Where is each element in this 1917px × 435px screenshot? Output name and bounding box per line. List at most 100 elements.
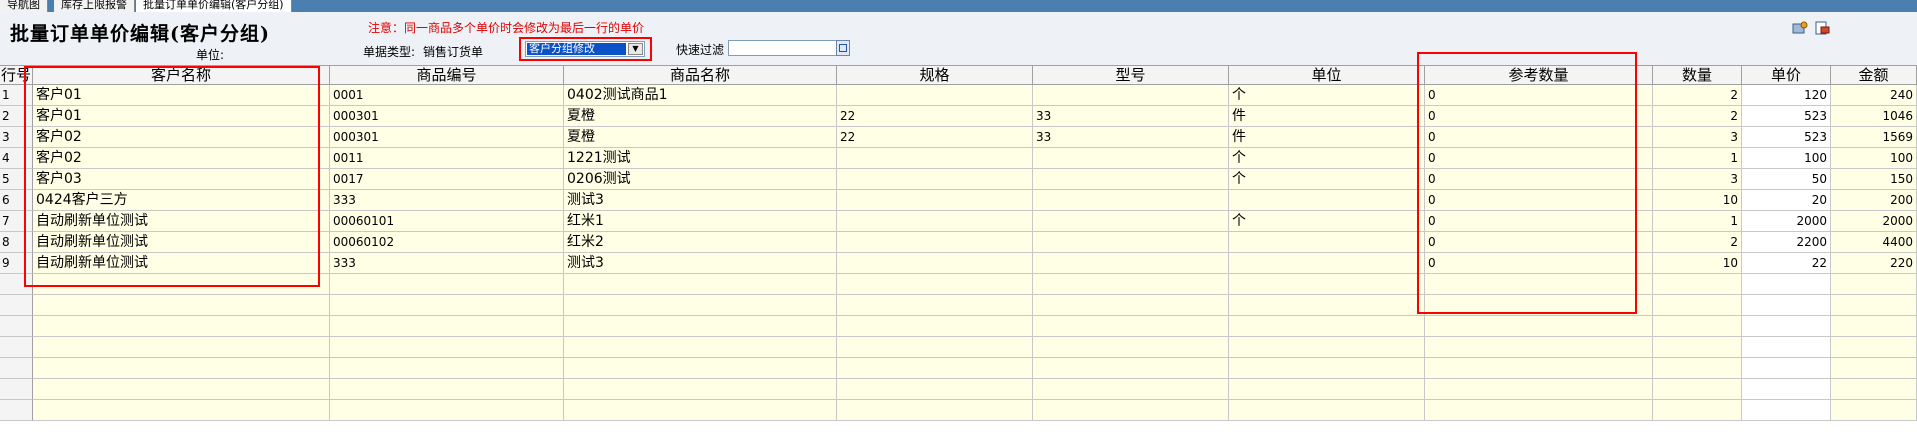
price-cell[interactable] — [1742, 274, 1831, 295]
empty-row[interactable] — [0, 379, 1917, 400]
col-header-amount[interactable]: 金额 — [1831, 66, 1917, 85]
table-row[interactable]: 4 客户02 0011 1221测试个 0 1 100 100 — [0, 148, 1917, 169]
model-cell — [1033, 358, 1229, 379]
spec-cell — [837, 169, 1033, 190]
ref-qty-cell: 0 — [1425, 232, 1653, 253]
price-cell[interactable]: 2200 — [1742, 232, 1831, 253]
qty-cell[interactable]: 1 — [1653, 211, 1742, 232]
tool-icon[interactable] — [1792, 20, 1808, 35]
empty-row[interactable] — [0, 274, 1917, 295]
ref-qty-cell: 0 — [1425, 190, 1653, 211]
empty-row[interactable] — [0, 337, 1917, 358]
table-row[interactable]: 9 自动刷新单位测试 333 测试3 0 10 22 220 — [0, 253, 1917, 274]
qty-cell[interactable] — [1653, 295, 1742, 316]
price-cell[interactable]: 120 — [1742, 85, 1831, 106]
product-code-cell: 000301 — [330, 127, 564, 148]
tab-navigation[interactable]: 导航图 — [0, 0, 48, 12]
empty-row[interactable] — [0, 295, 1917, 316]
mode-select[interactable]: 客户分组修改 ▼ — [525, 41, 645, 57]
table-row[interactable]: 8 自动刷新单位测试 00060102 红米2 0 2 2200 4400 — [0, 232, 1917, 253]
qty-cell[interactable]: 2 — [1653, 85, 1742, 106]
empty-row[interactable] — [0, 358, 1917, 379]
col-header-price[interactable]: 单价 — [1742, 66, 1831, 85]
row-number: 3 — [0, 127, 33, 148]
price-cell[interactable] — [1742, 379, 1831, 400]
model-cell — [1033, 253, 1229, 274]
price-cell[interactable]: 523 — [1742, 106, 1831, 127]
product-code-cell — [330, 295, 564, 316]
amount-cell — [1831, 274, 1917, 295]
price-cell[interactable]: 523 — [1742, 127, 1831, 148]
unit-cell — [1229, 232, 1425, 253]
col-header-product-name[interactable]: 商品名称 — [564, 66, 837, 85]
col-header-customer[interactable]: 客户名称 — [33, 66, 330, 85]
col-header-model[interactable]: 型号 — [1033, 66, 1229, 85]
product-code-cell — [330, 379, 564, 400]
tab-stock-alert[interactable]: 库存上限报警 — [54, 0, 135, 12]
qty-cell[interactable]: 2 — [1653, 106, 1742, 127]
price-cell[interactable]: 20 — [1742, 190, 1831, 211]
table-row[interactable]: 3 客户02 000301 夏橙 22 33 件 0 3 523 1569 — [0, 127, 1917, 148]
price-cell[interactable]: 2000 — [1742, 211, 1831, 232]
notice-text: 注意：同一商品多个单价时会修改为最后一行的单价 — [368, 21, 645, 35]
table-row[interactable]: 7 自动刷新单位测试 00060101 红米1 个 0 1 2000 2000 — [0, 211, 1917, 232]
qty-cell[interactable]: 10 — [1653, 253, 1742, 274]
amount-cell — [1831, 316, 1917, 337]
qty-cell[interactable] — [1653, 358, 1742, 379]
col-header-spec[interactable]: 规格 — [837, 66, 1033, 85]
col-header-ref-qty[interactable]: 参考数量 — [1425, 66, 1653, 85]
chevron-down-icon[interactable]: ▼ — [628, 43, 643, 55]
col-header-product-code[interactable]: 商品编号 — [330, 66, 564, 85]
qty-cell[interactable] — [1653, 274, 1742, 295]
qty-cell[interactable]: 10 — [1653, 190, 1742, 211]
search-icon[interactable] — [836, 40, 850, 56]
price-cell[interactable] — [1742, 337, 1831, 358]
spec-cell — [837, 337, 1033, 358]
model-cell — [1033, 85, 1229, 106]
price-cell[interactable] — [1742, 295, 1831, 316]
empty-row[interactable] — [0, 316, 1917, 337]
table-row[interactable]: 5 客户03 0017 0206测试 个 0 3 50 150 — [0, 169, 1917, 190]
export-icon[interactable] — [1814, 20, 1830, 35]
ref-qty-cell: 0 — [1425, 169, 1653, 190]
ref-qty-cell: 0 — [1425, 106, 1653, 127]
table-row[interactable]: 6 0424客户三方 333 测试3 0 10 20 200 — [0, 190, 1917, 211]
quick-filter-input[interactable] — [728, 40, 838, 56]
price-cell[interactable]: 100 — [1742, 148, 1831, 169]
col-header-qty[interactable]: 数量 — [1653, 66, 1742, 85]
table-row[interactable]: 2 客户01 000301 夏橙 22 33 件 0 2 523 1046 — [0, 106, 1917, 127]
row-number: 4 — [0, 148, 33, 169]
ref-qty-cell: 0 — [1425, 148, 1653, 169]
amount-cell — [1831, 295, 1917, 316]
price-cell[interactable] — [1742, 400, 1831, 421]
qty-cell[interactable] — [1653, 379, 1742, 400]
col-header-row-no[interactable]: 行号 — [0, 66, 33, 85]
row-number: 2 — [0, 106, 33, 127]
qty-cell[interactable]: 1 — [1653, 148, 1742, 169]
customer-name-cell — [33, 295, 330, 316]
qty-cell[interactable] — [1653, 337, 1742, 358]
product-name-cell: 夏橙 — [564, 127, 837, 148]
customer-name-cell — [33, 400, 330, 421]
ref-qty-cell — [1425, 295, 1653, 316]
price-cell[interactable] — [1742, 358, 1831, 379]
product-code-cell — [330, 316, 564, 337]
price-cell[interactable]: 22 — [1742, 253, 1831, 274]
qty-cell[interactable]: 2 — [1653, 232, 1742, 253]
table-row[interactable]: 1 客户01 0001 0402测试商品1 个 0 2 120 240 — [0, 85, 1917, 106]
amount-cell: 100 — [1831, 148, 1917, 169]
unit-cell — [1229, 316, 1425, 337]
price-cell[interactable] — [1742, 316, 1831, 337]
qty-cell[interactable] — [1653, 400, 1742, 421]
qty-cell[interactable]: 3 — [1653, 127, 1742, 148]
qty-cell[interactable] — [1653, 316, 1742, 337]
spec-cell: 22 — [837, 127, 1033, 148]
unit-cell — [1229, 190, 1425, 211]
product-code-cell: 00060102 — [330, 232, 564, 253]
unit-cell — [1229, 358, 1425, 379]
empty-row[interactable] — [0, 400, 1917, 421]
price-cell[interactable]: 50 — [1742, 169, 1831, 190]
col-header-unit[interactable]: 单位 — [1229, 66, 1425, 85]
qty-cell[interactable]: 3 — [1653, 169, 1742, 190]
tab-batch-price-edit[interactable]: 批量订单单价编辑(客户分组) — [136, 0, 292, 12]
